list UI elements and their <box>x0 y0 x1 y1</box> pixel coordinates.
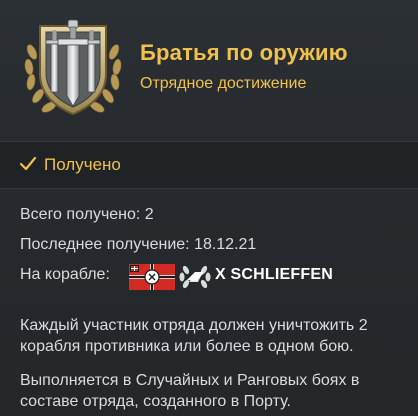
achievement-subtitle: Отрядное достижение <box>140 75 307 92</box>
achievement-title: Братья по оружию <box>140 40 348 65</box>
achievement-header: Братья по оружию Отрядное достижение <box>0 0 418 128</box>
checkmark-icon <box>19 156 37 171</box>
achievement-condition: Выполняется в Случайных и Ранговых боях … <box>20 372 360 410</box>
status-bar: Получено <box>0 141 418 189</box>
last-received: Последнее получение: 18.12.21 <box>20 236 257 253</box>
ship-name: X SCHLIEFFEN <box>215 266 333 283</box>
on-ship-label: На корабле: <box>20 266 110 283</box>
total-received: Всего получено: 2 <box>20 206 154 223</box>
destroyer-class-icon <box>179 265 211 289</box>
crossed-swords-laurel-emblem-icon <box>24 19 122 116</box>
achievement-tooltip: Братья по оружию Отрядное достижение Пол… <box>0 0 418 416</box>
kriegsmarine-flag-icon <box>129 264 175 290</box>
status-label: Получено <box>44 155 121 174</box>
achievement-description: Каждый участник отряда должен уничтожить… <box>20 317 368 355</box>
